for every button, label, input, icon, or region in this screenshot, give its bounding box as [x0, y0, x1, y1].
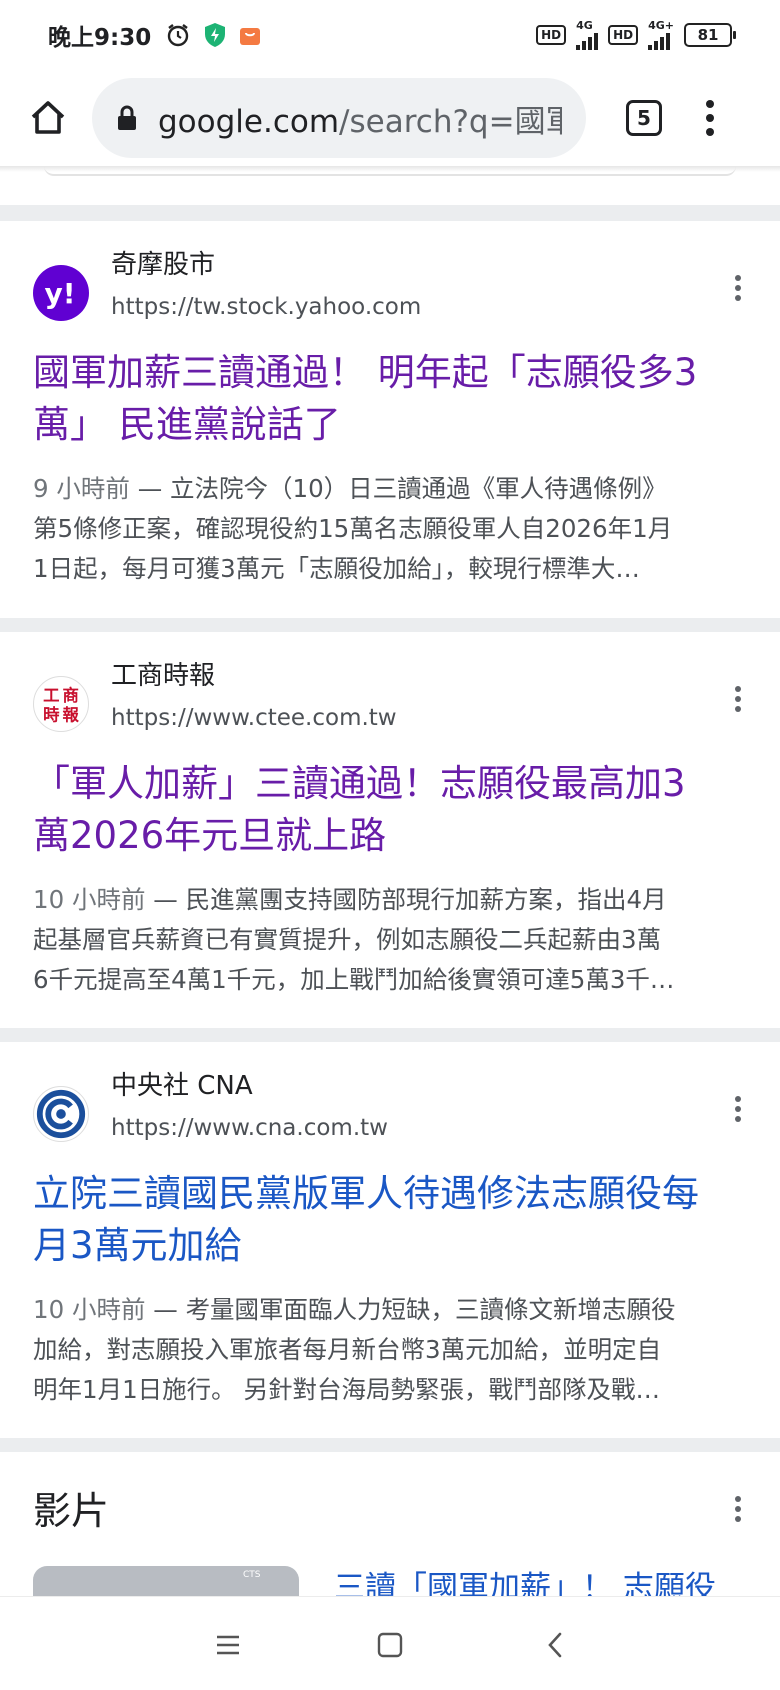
- alarm-icon: [165, 22, 191, 48]
- lock-icon: [116, 105, 138, 131]
- search-result: 工 商 時 報 工商時報 https://www.ctee.com.tw 「軍人…: [0, 654, 780, 1000]
- url-text: google.com/search?q=國軍: [158, 103, 562, 140]
- svg-text:y!: y!: [44, 277, 75, 310]
- hd-icon: HD: [608, 25, 639, 45]
- svg-text:報: 報: [62, 705, 79, 724]
- search-result: 中央社 CNA https://www.cna.com.tw 立院三讀國民黨版軍…: [0, 1064, 780, 1410]
- more-options-icon[interactable]: [735, 1096, 741, 1122]
- ctee-logo-icon: 工 商 時 報: [33, 676, 89, 732]
- status-indicators: HD 4G HD 4G+ 81: [536, 19, 736, 50]
- recent-apps-icon[interactable]: [208, 1625, 248, 1665]
- result-title[interactable]: 「軍人加薪」三讀通過！志願役最高加3 萬2026年元旦就上路: [33, 758, 747, 862]
- yahoo-logo-icon: y!: [33, 265, 89, 321]
- shopping-bag-icon: [239, 24, 261, 46]
- result-source[interactable]: 工 商 時 報 工商時報 https://www.ctee.com.tw: [33, 654, 747, 738]
- status-time: 晚上9:30: [48, 25, 152, 51]
- signal-icon: 4G: [576, 19, 599, 50]
- back-icon[interactable]: [535, 1625, 575, 1665]
- status-bar: 晚上9:30 HD 4G HD 4G+ 81: [0, 0, 780, 70]
- video-thumbnail[interactable]: CTS: [33, 1566, 299, 1596]
- source-name: 奇摩股市: [111, 250, 216, 280]
- more-options-icon[interactable]: [735, 275, 741, 301]
- previous-card-edge: [44, 166, 736, 176]
- card-divider: [0, 205, 780, 221]
- more-options-icon[interactable]: [735, 686, 741, 712]
- result-title[interactable]: 立院三讀國民黨版軍人待遇修法志願役每 月3萬元加給: [33, 1168, 747, 1272]
- result-source[interactable]: 中央社 CNA https://www.cna.com.tw: [33, 1064, 747, 1148]
- source-url: https://tw.stock.yahoo.com: [111, 294, 422, 320]
- network-type: 4G: [576, 19, 593, 32]
- result-snippet: 10 小時前 — 民進黨團支持國防部現行加薪方案，指出4月 起基層官兵薪資已有實…: [33, 885, 675, 994]
- search-result: y! 奇摩股市 https://tw.stock.yahoo.com 國軍加薪三…: [0, 243, 780, 589]
- card-divider: [0, 618, 780, 632]
- svg-text:工: 工: [43, 686, 59, 705]
- svg-text:商: 商: [62, 686, 78, 705]
- battery-icon: 81: [684, 23, 736, 47]
- browser-menu-icon[interactable]: [706, 100, 714, 136]
- result-time: 9 小時前: [33, 474, 130, 503]
- result-snippet: 9 小時前 — 立法院今（10）日三讀通過《軍人待遇條例》 第5條修正案，確認現…: [33, 474, 673, 583]
- tab-switcher-button[interactable]: 5: [626, 100, 662, 136]
- hd-icon: HD: [536, 25, 567, 45]
- result-time: 10 小時前: [33, 885, 146, 914]
- result-source[interactable]: y! 奇摩股市 https://tw.stock.yahoo.com: [33, 243, 747, 327]
- cna-logo-icon: [33, 1086, 89, 1142]
- home-navigation-icon[interactable]: [370, 1625, 410, 1665]
- card-divider: [0, 1028, 780, 1042]
- source-url: https://www.ctee.com.tw: [111, 705, 397, 731]
- home-icon[interactable]: [20, 90, 76, 146]
- result-title[interactable]: 國軍加薪三讀通過！ 明年起「志願役多3 萬」 民進黨說話了: [33, 347, 747, 451]
- card-divider: [0, 1438, 780, 1452]
- source-name: 中央社 CNA: [111, 1071, 253, 1101]
- system-navigation-bar: [0, 1596, 780, 1690]
- more-options-icon[interactable]: [735, 1496, 741, 1522]
- source-name: 工商時報: [111, 661, 216, 691]
- video-title[interactable]: 三讀「國軍加薪」！ 志願役: [334, 1562, 716, 1596]
- signal-icon: 4G+: [648, 20, 674, 50]
- address-bar[interactable]: google.com/search?q=國軍: [92, 78, 586, 158]
- browser-toolbar: google.com/search?q=國軍 5: [0, 70, 780, 166]
- svg-text:時: 時: [43, 705, 60, 724]
- shield-icon: [203, 22, 227, 48]
- source-url: https://www.cna.com.tw: [111, 1115, 388, 1141]
- thumbnail-channel-label: CTS: [243, 1570, 261, 1580]
- result-snippet: 10 小時前 — 考量國軍面臨人力短缺，三讀條文新增志願役 加給，對志願投入軍旅…: [33, 1295, 676, 1404]
- result-time: 10 小時前: [33, 1295, 146, 1324]
- network-type: 4G+: [648, 19, 674, 32]
- videos-heading: 影片: [33, 1489, 110, 1533]
